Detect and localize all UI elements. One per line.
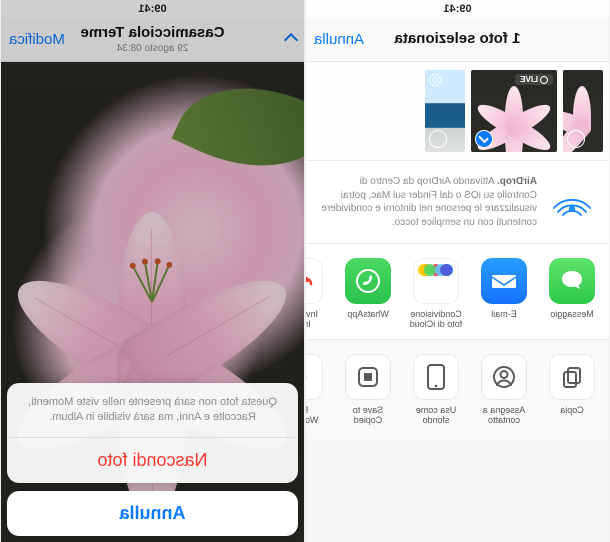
share-nav-header: 1 foto selezionata Annulla xyxy=(306,18,609,62)
app-label: E-mail xyxy=(491,309,517,329)
burst-icon xyxy=(429,74,441,86)
status-time: 09:41 xyxy=(138,3,166,15)
status-bar: 09:41 xyxy=(306,0,609,18)
share-app-messaggio[interactable]: Messaggio xyxy=(545,258,599,329)
sheet-message: Questa foto non sarà presente nelle vist… xyxy=(7,383,298,438)
airdrop-icon xyxy=(549,179,595,225)
icloud-photo-sharing-icon xyxy=(413,258,459,304)
app-label: Messaggio xyxy=(550,309,594,329)
app-label: Condivisione foto di iCloud xyxy=(409,309,463,329)
share-action-run-workflow[interactable]: Run Workflow xyxy=(306,354,327,425)
nav-header: Casamicciola Terme 29 agosto 08:34 Modif… xyxy=(1,18,304,62)
whatsapp-icon xyxy=(345,258,391,304)
thumbnail[interactable] xyxy=(425,70,465,152)
share-action-assign-contact[interactable]: Assegna a contatto xyxy=(477,354,531,425)
action-label: Run Workflow xyxy=(306,405,327,425)
action-sheet: Questa foto non sarà presente nelle vist… xyxy=(7,383,298,536)
nav-back-button[interactable] xyxy=(228,35,296,45)
hide-photo-button[interactable]: Nascondi foto xyxy=(7,438,298,483)
action-label: Copia xyxy=(560,405,584,425)
share-action-wallpaper[interactable]: Usa come sfondo xyxy=(409,354,463,425)
share-actions-row[interactable]: Copia Assegna a contatto Usa come sfondo Sa… xyxy=(306,340,609,435)
action-label: Assegna a contatto xyxy=(477,405,531,425)
wallpaper-icon xyxy=(413,354,459,400)
airdrop-section[interactable]: AirDrop. Attivando AirDrop da Centro di … xyxy=(306,160,609,244)
status-bar: 09:41 xyxy=(1,0,304,18)
share-app-infinit[interactable]: Invia con Infinit xyxy=(306,258,327,329)
photo-detail-pane: 09:41 Casamicciola Terme 29 agosto 08:34… xyxy=(0,0,305,542)
airdrop-text: AirDrop. Attivando AirDrop da Centro di … xyxy=(320,175,537,229)
copy-icon xyxy=(549,354,595,400)
email-icon xyxy=(481,258,527,304)
share-cancel-label: Annulla xyxy=(314,31,364,48)
selection-ring-icon xyxy=(567,130,585,148)
selection-ring-icon xyxy=(429,130,447,148)
thumbnail[interactable] xyxy=(563,70,603,152)
share-app-email[interactable]: E-mail xyxy=(477,258,531,329)
contact-icon xyxy=(481,354,527,400)
action-label: Usa come sfondo xyxy=(409,405,463,425)
app-label: Invia con Infinit xyxy=(306,309,327,329)
edit-label: Modifica xyxy=(9,31,65,48)
status-time: 09:41 xyxy=(443,3,471,15)
cancel-button[interactable]: Annulla xyxy=(7,491,298,536)
thumbnail-selected[interactable]: LIVE xyxy=(471,70,557,152)
messaggio-icon xyxy=(549,258,595,304)
share-action-save-copied[interactable]: Save to Copied xyxy=(341,354,395,425)
thumbnail-scroller[interactable]: LIVE xyxy=(306,62,609,160)
share-cancel-button[interactable]: Annulla xyxy=(314,31,382,48)
share-app-icloud-photo-sharing[interactable]: Condivisione foto di iCloud xyxy=(409,258,463,329)
share-apps-row[interactable]: Messaggio E-mail Condivisione foto di iClo… xyxy=(306,244,609,340)
share-sheet-pane: 09:41 1 foto selezionata Annulla LIVE xyxy=(305,0,610,542)
workflow-icon xyxy=(306,354,323,400)
share-action-copy[interactable]: Copia xyxy=(545,354,599,425)
infinit-icon xyxy=(306,258,323,304)
app-label: WhatsApp xyxy=(347,309,389,329)
save-icon xyxy=(345,354,391,400)
chevron-left-icon xyxy=(284,32,298,46)
checkmark-icon xyxy=(475,130,493,148)
action-label: Save to Copied xyxy=(341,405,395,425)
edit-button[interactable]: Modifica xyxy=(9,31,77,48)
share-app-whatsapp[interactable]: WhatsApp xyxy=(341,258,395,329)
